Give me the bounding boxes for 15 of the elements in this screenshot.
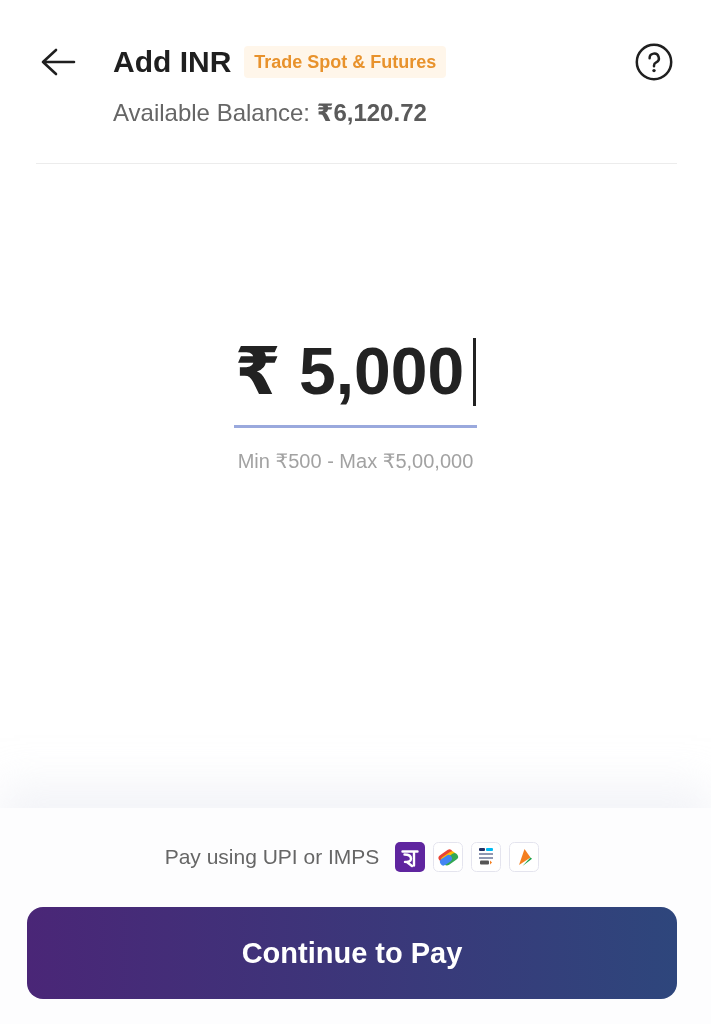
back-arrow-icon (40, 47, 76, 77)
payment-note: Pay using UPI or IMPS (164, 845, 380, 869)
amount-input-field[interactable]: ₹ 5,000 (233, 332, 478, 428)
trade-badge: Trade Spot & Futures (244, 46, 447, 78)
available-balance: Available Balance: ₹6,120.72 (113, 98, 428, 128)
payment-app-icon (509, 842, 540, 872)
payment-app-icon (471, 842, 502, 872)
continue-to-pay-button[interactable]: Continue to Pay (27, 907, 677, 999)
page-title: Add INR (113, 44, 232, 80)
help-icon (635, 43, 673, 81)
help-button[interactable] (635, 43, 673, 81)
amount-limits: Min ₹500 - Max ₹5,00,000 (237, 449, 474, 473)
payment-app-icon (433, 842, 464, 872)
payment-app-icon (395, 842, 426, 872)
back-button[interactable] (40, 47, 76, 77)
